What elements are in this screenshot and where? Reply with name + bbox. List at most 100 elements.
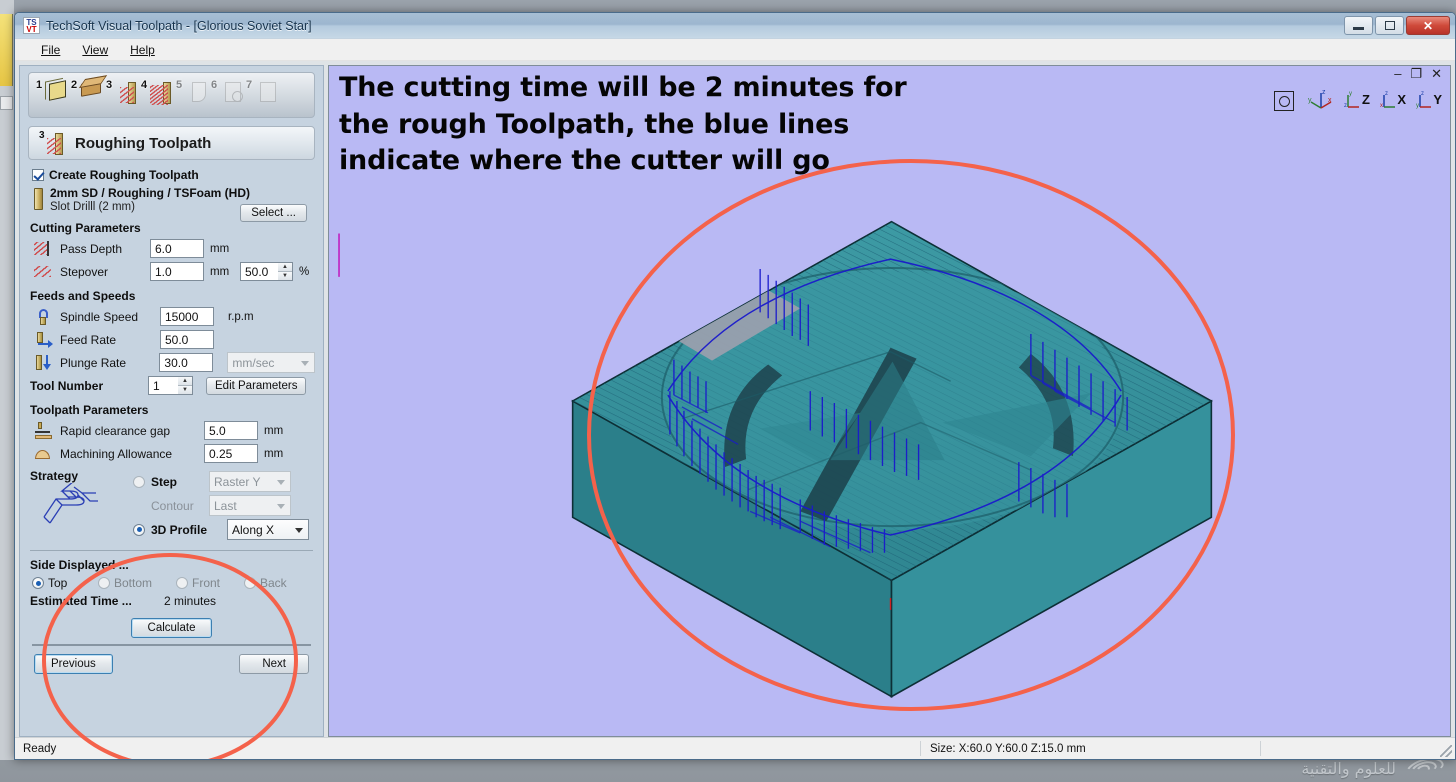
stepover-percent-input[interactable] (240, 262, 278, 281)
machining-allowance-icon (34, 445, 54, 463)
feed-rate-input[interactable] (160, 330, 214, 349)
step-6-number: 6 (211, 79, 218, 91)
close-icon: ✕ (1422, 18, 1434, 33)
mdi-close-button[interactable]: ✕ (1431, 67, 1442, 80)
rapid-clearance-gap-input[interactable] (204, 421, 258, 440)
svg-text:z: z (1385, 91, 1388, 97)
tool-number-up-icon[interactable]: ▲ (178, 377, 192, 386)
title-bar: TS VT TechSoft Visual Toolpath - [Glorio… (15, 13, 1455, 39)
isometric-view-icon: z y x (1308, 89, 1332, 109)
side-displayed-options: Top Bottom Front Back (32, 576, 315, 590)
plunge-rate-input[interactable] (159, 353, 214, 372)
step-button-6[interactable]: 6 (210, 78, 243, 112)
strategy-3d-profile-select[interactable]: Along X (227, 519, 309, 540)
stepover-input[interactable] (150, 262, 204, 281)
top-view-z-label: Z (1362, 92, 1370, 107)
step-button-4[interactable]: 4 (140, 78, 172, 112)
side-back-radio[interactable] (244, 577, 256, 589)
model-viewport[interactable]: – ❐ ✕ z y x y z Z z x X z y Y The cuttin… (328, 65, 1451, 737)
resize-grip[interactable] (1440, 745, 1452, 757)
close-button[interactable]: ✕ (1406, 16, 1450, 35)
isometric-view-button[interactable]: z y x (1308, 88, 1334, 114)
strategy-contour-label: Contour (151, 498, 194, 513)
tool-number-down-icon[interactable]: ▼ (178, 386, 192, 394)
rate-unit-select[interactable]: mm/sec (227, 352, 315, 373)
desktop-icon-partial[interactable] (0, 14, 13, 86)
step-button-5[interactable]: 5 (175, 78, 207, 112)
side-top-radio[interactable] (32, 577, 44, 589)
step-button-2[interactable]: 2 (70, 78, 102, 112)
svg-text:y: y (1308, 97, 1312, 104)
step-button-7[interactable]: 7 (245, 78, 277, 112)
client-area: 1 2 3 4 5 6 7 3 Roughing Toolpath Create… (15, 61, 1455, 759)
calculate-button[interactable]: Calculate (130, 618, 213, 638)
previous-button[interactable]: Previous (34, 654, 113, 674)
edit-parameters-button[interactable]: Edit Parameters (206, 376, 307, 395)
toolpath-parameters-header: Toolpath Parameters (30, 403, 149, 417)
strategy-3d-profile-row[interactable]: 3D Profile Along X (133, 519, 309, 540)
strategy-step-radio[interactable] (133, 475, 145, 488)
pass-depth-unit: mm (210, 242, 230, 255)
maximize-icon (1384, 21, 1395, 30)
strategy-step-select[interactable]: Raster Y (209, 471, 291, 492)
machining-allowance-label: Machining Allowance (60, 446, 173, 461)
stepover-row: Stepover mm ▲ ▼ % (34, 260, 315, 283)
tool-info: 2mm SD / Roughing / TSFoam (HD) Slot Dri… (50, 186, 250, 213)
pass-depth-input[interactable] (150, 239, 204, 258)
status-separator-2 (1260, 741, 1261, 756)
menu-item-help[interactable]: Help (120, 41, 165, 59)
side-front-radio[interactable] (176, 577, 188, 589)
tool-number-spin-buttons[interactable]: ▲ ▼ (178, 376, 193, 395)
spindle-speed-input[interactable] (160, 307, 214, 326)
menu-item-view[interactable]: View (72, 41, 118, 59)
minimize-icon (1353, 27, 1364, 30)
mdi-restore-button[interactable]: ❐ (1410, 67, 1422, 80)
estimated-time-row: Estimated Time ... 2 minutes (30, 594, 315, 608)
select-tool-button[interactable]: Select ... (240, 204, 307, 222)
strategy-contour-row[interactable]: Contour Last (133, 495, 291, 516)
app-logo-icon: TS VT (23, 17, 40, 34)
fit-to-window-button[interactable] (1272, 88, 1298, 114)
annotation-text: The cutting time will be 2 minutes for t… (339, 72, 907, 177)
svg-text:z: z (1344, 103, 1347, 109)
tool-number-stepper[interactable]: ▲ ▼ (148, 376, 193, 395)
create-roughing-toolpath-label: Create Roughing Toolpath (49, 168, 199, 182)
machining-allowance-input[interactable] (204, 444, 258, 463)
desktop-icon-partial-2[interactable] (0, 96, 13, 110)
stepover-percent-stepper[interactable]: ▲ ▼ (240, 262, 293, 281)
strategy-contour-select[interactable]: Last (209, 495, 291, 516)
next-button[interactable]: Next (239, 654, 309, 674)
feed-rate-row: Feed Rate (34, 328, 315, 351)
design-model-icon (81, 80, 101, 97)
step-5-number: 5 (176, 79, 183, 91)
side-bottom-radio[interactable] (98, 577, 110, 589)
machining-allowance-unit: mm (264, 447, 284, 460)
maximize-button[interactable] (1375, 16, 1404, 35)
stepover-percent-spin-buttons[interactable]: ▲ ▼ (278, 262, 293, 281)
mdi-minimize-button[interactable]: – (1394, 67, 1401, 80)
step-button-3[interactable]: 3 (105, 78, 137, 112)
status-bar: Ready Size: X:60.0 Y:60.0 Z:15.0 mm (15, 737, 1455, 759)
minimize-button[interactable] (1344, 16, 1373, 35)
tool-number-label: Tool Number (30, 378, 104, 393)
strategy-3d-profile-radio[interactable] (133, 523, 145, 536)
step-button-1[interactable]: 1 (35, 78, 67, 112)
finishing-tool-icon (150, 82, 171, 105)
stepover-percent-down-icon[interactable]: ▼ (278, 272, 292, 280)
create-roughing-toolpath-row[interactable]: Create Roughing Toolpath (32, 168, 315, 182)
tool-number-input[interactable] (148, 376, 178, 395)
front-view-x-button[interactable]: z x X (1380, 88, 1406, 114)
create-roughing-toolpath-checkbox[interactable] (32, 169, 44, 181)
stepover-percent-up-icon[interactable]: ▲ (278, 263, 292, 272)
menu-item-file[interactable]: File (31, 41, 70, 59)
feed-rate-icon (34, 331, 54, 349)
rapid-clearance-gap-icon (34, 421, 54, 440)
tool-name: 2mm SD / Roughing / TSFoam (HD) (50, 186, 250, 200)
preview-icon (225, 82, 243, 102)
stepover-label: Stepover (60, 264, 109, 279)
side-view-y-button[interactable]: z y Y (1416, 88, 1442, 114)
strategy-step-row[interactable]: Step Raster Y (133, 471, 291, 492)
top-view-z-button[interactable]: y z Z (1344, 88, 1370, 114)
step-title: Roughing Toolpath (75, 134, 212, 152)
side-front-label: Front (192, 576, 221, 590)
